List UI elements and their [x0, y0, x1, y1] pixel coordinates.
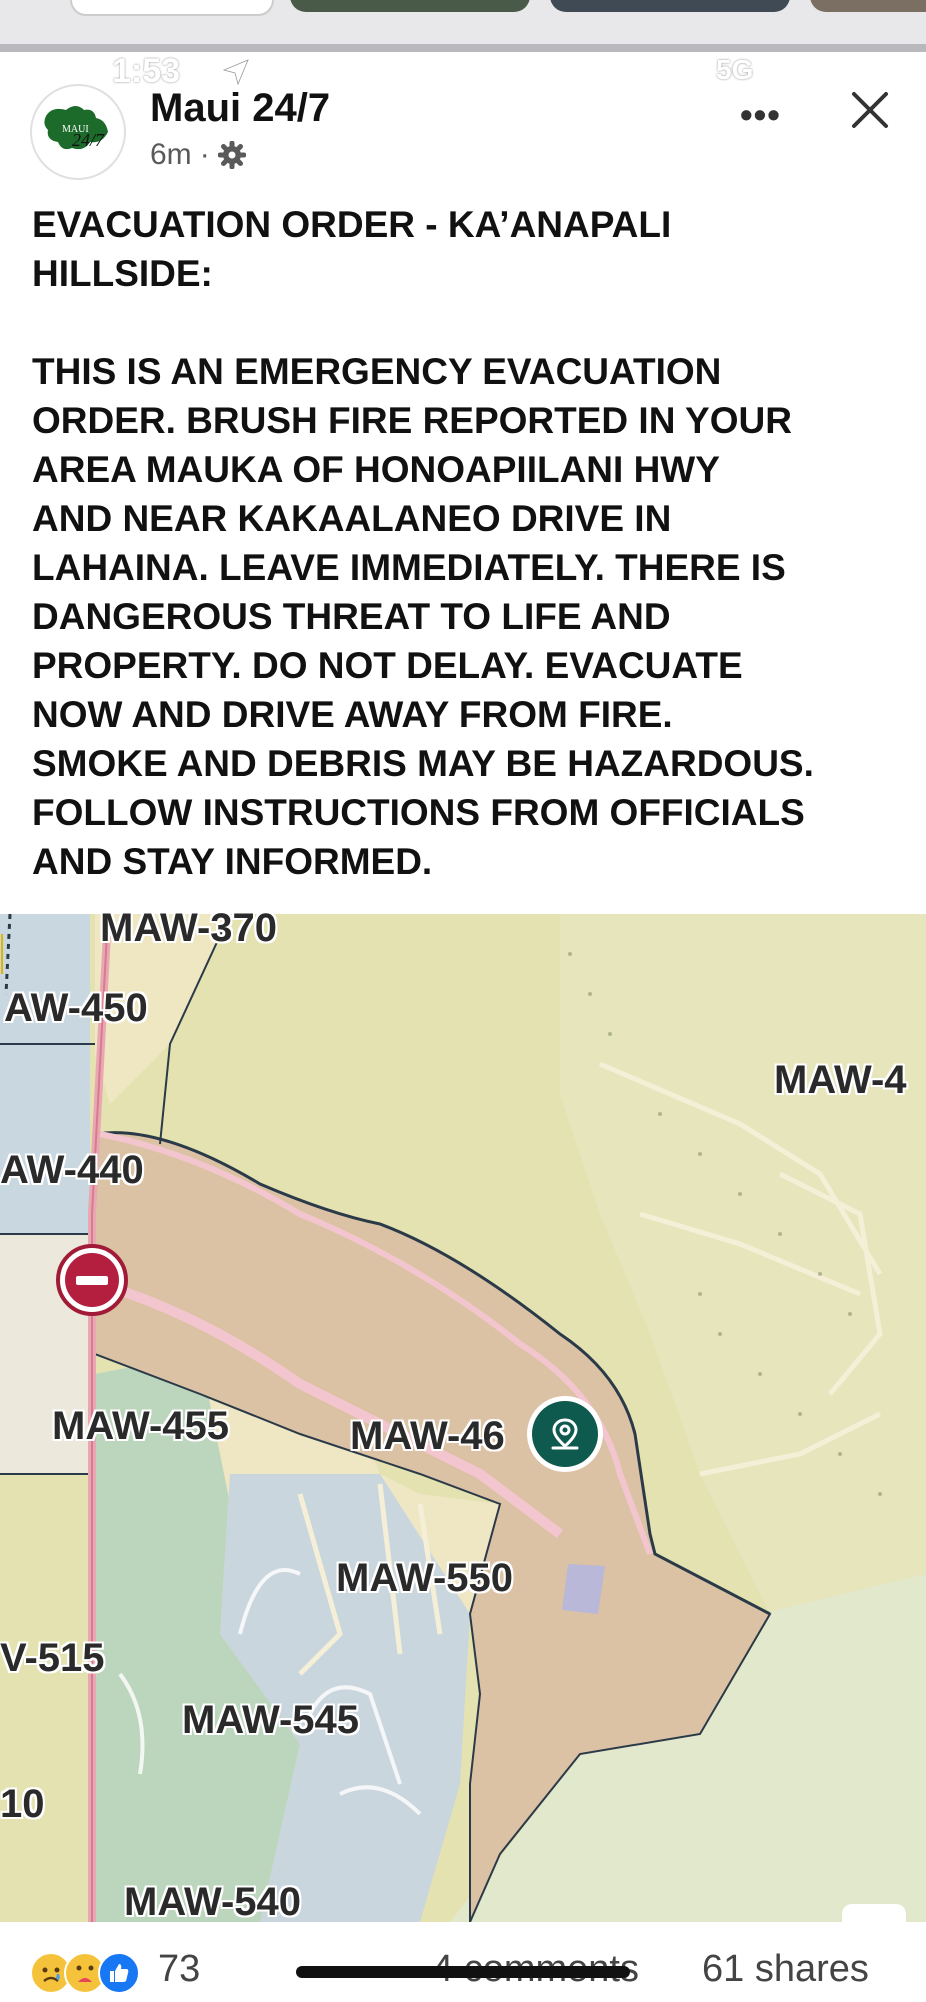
post-body-line: SMOKE AND DEBRIS MAY BE HAZARDOUS. — [32, 743, 814, 784]
zone-label-maw-4: MAW-4 — [774, 1058, 907, 1102]
zone-label-maw-370: MAW-370 — [100, 906, 278, 950]
reaction-count[interactable]: 73 — [158, 1948, 200, 1991]
zone-label-maw-455: MAW-455 — [52, 1404, 230, 1448]
road-closed-marker[interactable] — [56, 1244, 128, 1316]
post-meta: 6m · — [150, 138, 246, 172]
top-browser-strip — [0, 0, 926, 52]
shares-link[interactable]: 61 shares — [702, 1948, 869, 1991]
tab-thumbnail[interactable] — [290, 0, 530, 12]
post-body-line: FOLLOW INSTRUCTIONS FROM OFFICIALS — [32, 792, 805, 833]
post-body-line: AND STAY INFORMED. — [32, 841, 433, 882]
zone-label-10: 10 — [0, 1782, 45, 1826]
post-body-line: AREA MAUKA OF HONOAPIILANI HWY — [32, 449, 720, 490]
zone-label-v-515: V-515 — [0, 1636, 105, 1680]
map-pin-icon — [551, 1418, 579, 1450]
post-title-line: HILLSIDE: — [32, 253, 213, 294]
like-reaction-icon — [98, 1952, 140, 1994]
post-title-line: EVACUATION ORDER - KA’ANAPALI — [32, 204, 672, 245]
more-options-button[interactable]: ••• — [740, 94, 781, 136]
meta-separator: · — [199, 138, 210, 171]
maui-logo-icon: MAUI 24/7 — [44, 106, 108, 150]
zone-label-aw-440: AW-440 — [0, 1148, 144, 1192]
zone-label-aw-450: AW-450 — [4, 986, 148, 1030]
tab-thumbnail[interactable] — [810, 0, 926, 12]
zone-label-maw-46: MAW-46 — [350, 1414, 505, 1458]
tab-thumbnail[interactable] — [550, 0, 790, 12]
close-icon[interactable] — [848, 88, 892, 132]
post-age[interactable]: 6m — [150, 138, 192, 172]
post-body-line: DANGEROUS THREAT TO LIFE AND — [32, 596, 671, 637]
tab-thumbnail[interactable] — [70, 0, 274, 16]
page-name[interactable]: Maui 24/7 — [150, 86, 330, 131]
post-body-line: ORDER. BRUSH FIRE REPORTED IN YOUR — [32, 400, 792, 441]
privacy-gear-icon — [217, 141, 246, 169]
post-body-line: THIS IS AN EMERGENCY EVACUATION — [32, 351, 722, 392]
post-body-line: PROPERTY. DO NOT DELAY. EVACUATE — [32, 645, 743, 686]
zone-label-maw-540: MAW-540 — [124, 1880, 302, 1924]
post-header: MAUI 24/7 Maui 24/7 6m · ••• — [0, 80, 926, 180]
zone-label-maw-545: MAW-545 — [182, 1698, 360, 1742]
no-entry-icon — [65, 1253, 119, 1307]
location-pin-marker[interactable] — [527, 1396, 603, 1472]
post-body-line: NOW AND DRIVE AWAY FROM FIRE. — [32, 694, 673, 735]
page-avatar[interactable]: MAUI 24/7 — [30, 84, 126, 180]
post-body: EVACUATION ORDER - KA’ANAPALI HILLSIDE: … — [32, 200, 902, 886]
reaction-icons[interactable] — [30, 1952, 140, 1994]
post-body-line: LAHAINA. LEAVE IMMEDIATELY. THERE IS — [32, 547, 786, 588]
avatar-text-bottom: 24/7 — [72, 130, 105, 150]
post-body-line: AND NEAR KAKAALANEO DRIVE IN — [32, 498, 672, 539]
zone-label-maw-550: MAW-550 — [336, 1556, 514, 1600]
divider — [0, 44, 926, 52]
post-footer: 73 4 comments 61 shares — [0, 1922, 926, 2002]
home-indicator[interactable] — [296, 1966, 630, 1978]
